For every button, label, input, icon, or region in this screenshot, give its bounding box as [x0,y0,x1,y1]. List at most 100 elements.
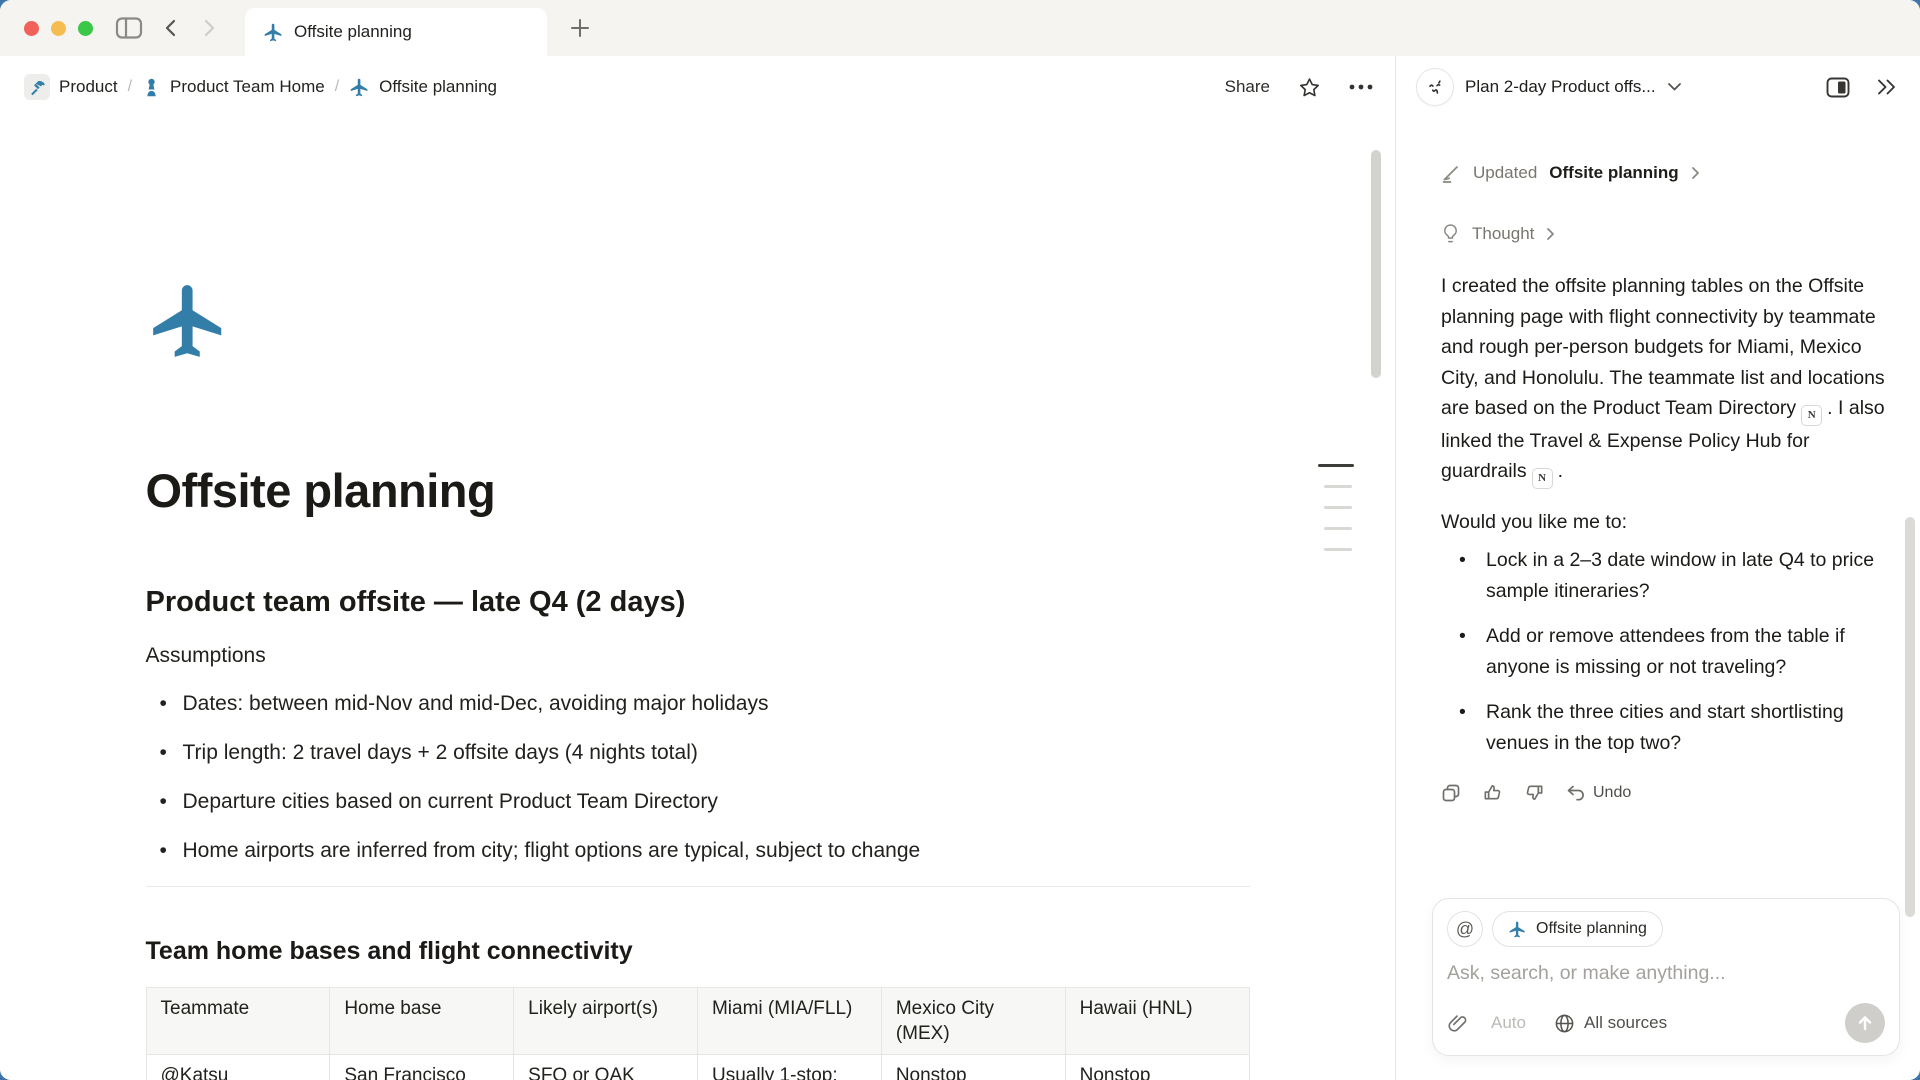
attachment-paperclip-icon[interactable] [1447,1013,1467,1034]
table-cell[interactable]: Nonstop [881,1055,1065,1080]
notion-page-badge-icon[interactable]: N [1801,405,1822,426]
ai-message: I created the offsite planning tables on… [1441,271,1890,489]
assumptions-label[interactable]: Assumptions [146,642,1250,670]
page-airplane-icon[interactable] [146,278,232,364]
edit-line-icon [1441,163,1461,183]
assumptions-list: Dates: between mid-Nov and mid-Dec, avoi… [146,690,1250,865]
breadcrumb-label: Product Team Home [170,77,325,97]
breadcrumb-item-product-team-home[interactable]: Product Team Home [142,77,325,98]
section-heading[interactable]: Product team offsite — late Q4 (2 days) [146,584,1250,620]
ai-sidebar: Plan 2-day Product offs... [1395,56,1920,1080]
new-chat-icon[interactable] [1778,76,1801,99]
table-cell[interactable]: SFO or OAK [514,1055,698,1080]
ai-message-text: . [1558,460,1563,482]
breadcrumb-label: Product [59,77,118,97]
divider [146,886,1250,887]
chevron-down-icon[interactable] [1667,82,1682,92]
undo-icon [1566,785,1586,801]
notion-window: Offsite planning Product / [0,0,1920,1080]
composer-input[interactable]: Ask, search, or make anything... [1447,961,1885,985]
list-item: Rank the three cities and start shortlis… [1441,697,1890,758]
ai-composer[interactable]: @ Offsite planning Ask, search, or make … [1432,898,1900,1056]
ai-question: Would you like me to: [1441,507,1890,537]
list-item[interactable]: Dates: between mid-Nov and mid-Dec, avoi… [146,690,1250,718]
lightbulb-icon [1441,223,1460,244]
list-item[interactable]: Departure cities based on current Produc… [146,788,1250,816]
document-scroll-area[interactable]: Offsite planning Product team offsite — … [0,118,1395,1080]
breadcrumb-separator: / [128,78,132,96]
back-icon[interactable] [161,18,181,38]
collapse-panel-icon[interactable] [1875,78,1898,96]
ai-suggestions-list: Lock in a 2–3 date window in late Q4 to … [1441,545,1890,758]
table-cell[interactable]: Nonstop [1065,1055,1249,1080]
column-header[interactable]: Home base [330,988,514,1055]
toggle-sidebar-icon[interactable] [115,16,143,40]
toc-dash [1324,485,1352,488]
thought-step-row[interactable]: Thought [1441,223,1890,244]
window-controls [0,0,93,56]
notion-page-badge-icon[interactable]: N [1532,468,1553,489]
new-tab-icon[interactable] [569,0,591,56]
page-title[interactable]: Offsite planning [146,462,1250,520]
ai-thread-title[interactable]: Plan 2-day Product offs... [1465,77,1656,97]
mode-selector[interactable]: Auto [1491,1013,1526,1033]
thumbs-down-icon[interactable] [1524,782,1545,803]
mention-context-button[interactable]: @ [1447,911,1483,947]
more-options-icon[interactable] [1349,84,1373,90]
zoom-window-button[interactable] [78,21,93,36]
ai-message-actions: Undo [1441,782,1890,803]
breadcrumb-label: Offsite planning [379,77,497,97]
list-item[interactable]: Home airports are inferred from city; fl… [146,837,1250,865]
close-window-button[interactable] [24,21,39,36]
column-header[interactable]: Miami (MIA/FLL) [697,988,881,1055]
list-item[interactable]: Trip length: 2 travel days + 2 offsite d… [146,739,1250,767]
thumbs-up-icon[interactable] [1482,782,1503,803]
favorite-star-icon[interactable] [1298,76,1321,99]
toc-dash [1318,464,1354,467]
share-button[interactable]: Share [1225,77,1270,97]
breadcrumb-item-product[interactable]: Product [24,74,118,100]
undo-button[interactable]: Undo [1566,784,1631,802]
tab-title: Offsite planning [294,22,412,42]
table-row: @Katsu San Francisco SFO or OAK Usually … [146,1055,1249,1080]
notion-ai-face-icon [1416,68,1454,106]
subsection-heading[interactable]: Team home bases and flight connectivity [146,935,1250,967]
copy-icon[interactable] [1441,783,1461,803]
toc-dash [1324,506,1352,509]
pawn-icon [142,77,161,98]
toc-dash [1324,548,1352,551]
workspace-hammer-icon [24,74,50,100]
column-header[interactable]: Hawaii (HNL) [1065,988,1249,1055]
ai-conversation[interactable]: Updated Offsite planning Thought [1396,118,1920,888]
sources-label: All sources [1584,1013,1667,1033]
breadcrumb-item-offsite-planning[interactable]: Offsite planning [349,77,497,98]
thought-label: Thought [1472,224,1534,244]
toc-dash [1324,527,1352,530]
table-cell[interactable]: Usually 1-stop; [697,1055,881,1080]
table-header-row: Teammate Home base Likely airport(s) Mia… [146,988,1249,1055]
tab-offsite-planning[interactable]: Offsite planning [245,8,547,56]
minimize-window-button[interactable] [51,21,66,36]
column-header[interactable]: Mexico City (MEX) [881,988,1065,1055]
table-of-contents-indicator[interactable] [1318,464,1354,569]
updated-page-link[interactable]: Offsite planning [1549,163,1678,183]
send-button[interactable] [1845,1003,1885,1043]
airplane-icon [1508,920,1527,939]
document-pane: Product / Product Team Home / [0,56,1395,1080]
ai-message-text: I created the offsite planning tables on… [1441,275,1885,419]
context-chip-offsite-planning[interactable]: Offsite planning [1492,911,1663,947]
updated-label: Updated [1473,163,1537,183]
airplane-icon [263,22,284,43]
column-header[interactable]: Teammate [146,988,330,1055]
toggle-right-panel-icon[interactable] [1826,77,1850,98]
table-cell-mention[interactable]: @Katsu [146,1055,330,1080]
column-header[interactable]: Likely airport(s) [514,988,698,1055]
updated-step-row[interactable]: Updated Offsite planning [1441,163,1890,183]
table-cell[interactable]: San Francisco [330,1055,514,1080]
document-scrollbar[interactable] [1371,150,1381,378]
ai-sidebar-scrollbar[interactable] [1905,517,1915,917]
forward-icon[interactable] [199,18,219,38]
chevron-right-icon [1691,166,1700,180]
ai-sidebar-header: Plan 2-day Product offs... [1396,56,1920,118]
sources-selector[interactable]: All sources [1554,1013,1667,1034]
